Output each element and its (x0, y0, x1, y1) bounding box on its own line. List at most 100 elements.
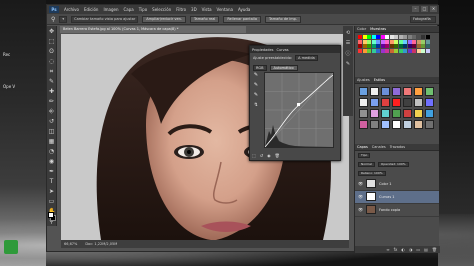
color-swatch[interactable] (367, 44, 371, 48)
color-swatch[interactable] (389, 44, 394, 48)
brush-preset-icon[interactable]: ✎ (346, 61, 350, 67)
layer-row[interactable]: 👁 Color 1 (355, 178, 439, 191)
color-swatch[interactable] (389, 39, 394, 44)
fill-screen-button[interactable]: Rellenar pantalla (223, 15, 261, 23)
color-swatch[interactable] (398, 44, 403, 48)
tab-estilos[interactable]: Estilos (374, 78, 385, 82)
menu-tipo[interactable]: Tipo (139, 7, 147, 12)
color-swatch[interactable] (421, 39, 425, 44)
resize-windows-checkbox[interactable]: Cambiar tamaño vista para ajustar (71, 15, 139, 23)
style-preset[interactable] (414, 108, 423, 118)
style-preset[interactable] (403, 97, 412, 107)
lasso-icon[interactable]: ʘ (48, 48, 55, 55)
style-preset[interactable] (392, 97, 401, 107)
pen-icon[interactable]: ✒ (48, 168, 55, 175)
style-preset[interactable] (425, 119, 434, 129)
history-brush-icon[interactable]: ↺ (48, 118, 55, 125)
quick-select-icon[interactable]: ◌ (48, 58, 55, 65)
reset-icon[interactable]: ↺ (260, 153, 263, 158)
move-icon[interactable]: ✥ (48, 28, 55, 35)
menu-filtro[interactable]: Filtro (176, 7, 186, 12)
tab-trazados[interactable]: Trazados (390, 145, 405, 149)
menu-archivo[interactable]: Archivo (64, 7, 79, 12)
trash-icon[interactable]: 🗑 (432, 247, 437, 252)
new-group-icon[interactable]: ▭ (416, 247, 420, 252)
marquee-icon[interactable]: ⬚ (48, 38, 55, 45)
menu-ayuda[interactable]: Ayuda (238, 7, 250, 12)
print-size-button[interactable]: Tamaño de imp. (265, 15, 301, 23)
color-swatch[interactable] (385, 39, 389, 44)
color-swatch[interactable] (371, 39, 376, 44)
color-swatch[interactable] (385, 35, 389, 39)
curve-graph[interactable] (264, 72, 334, 148)
color-swatch[interactable] (398, 35, 403, 39)
type-icon[interactable]: T (48, 178, 55, 185)
link-layers-icon[interactable]: ∞ (386, 247, 389, 252)
white-point-eyedropper-icon[interactable]: ✎ (252, 92, 260, 98)
clip-to-layer-icon[interactable]: ⬚ (252, 153, 256, 158)
color-swatch[interactable] (371, 35, 376, 39)
color-swatch[interactable] (425, 44, 430, 48)
info-icon[interactable]: ⓘ (345, 50, 350, 57)
style-preset[interactable] (381, 97, 390, 107)
fx-icon[interactable]: fx (394, 247, 398, 252)
style-preset[interactable] (359, 108, 368, 118)
color-swatch[interactable] (367, 35, 371, 39)
tab-capas[interactable]: Capas (357, 145, 368, 149)
eye-icon[interactable]: 👁 (358, 207, 363, 212)
color-swatch[interactable] (403, 48, 407, 53)
menu-edicion[interactable]: Edición (84, 7, 98, 12)
color-swatch[interactable] (412, 39, 416, 44)
black-point-eyedropper-icon[interactable]: ✎ (252, 72, 260, 78)
style-preset[interactable] (381, 108, 390, 118)
workspace-select[interactable]: Fotografía (410, 16, 436, 23)
color-swatch[interactable] (416, 35, 421, 39)
menu-ventana[interactable]: Ventana (217, 7, 233, 12)
foreground-color-swatch[interactable] (48, 212, 54, 218)
color-swatch[interactable] (385, 44, 389, 48)
tool-preset-picker[interactable]: ▾ (59, 15, 68, 23)
color-swatch[interactable] (362, 44, 367, 48)
style-preset[interactable] (370, 97, 379, 107)
color-swatch[interactable] (380, 44, 385, 48)
style-preset[interactable] (425, 86, 434, 96)
color-swatch[interactable] (362, 35, 367, 39)
new-layer-icon[interactable]: ▤ (424, 247, 428, 252)
color-swatch[interactable] (425, 39, 430, 44)
opacity-field[interactable]: Opacidad: 100% (377, 161, 409, 167)
color-swatch[interactable] (416, 48, 421, 53)
style-preset[interactable] (414, 119, 423, 129)
menu-capa[interactable]: Capa (124, 7, 134, 12)
blend-mode-select[interactable]: Normal (358, 161, 375, 167)
layer-kind-filter[interactable]: Tipo (358, 152, 371, 158)
style-preset[interactable] (392, 119, 401, 129)
color-swatch[interactable] (371, 48, 376, 53)
style-preset[interactable] (370, 119, 379, 129)
color-swatch[interactable] (380, 39, 385, 44)
color-swatch[interactable] (376, 39, 380, 44)
color-swatch[interactable] (371, 44, 376, 48)
zoom-all-windows-button[interactable]: Ampliar/reducir ven. (142, 15, 186, 23)
color-swatch[interactable] (398, 39, 403, 44)
curve-control-point[interactable] (297, 103, 300, 106)
style-preset[interactable] (403, 86, 412, 96)
menu-3d[interactable]: 3D (191, 7, 197, 12)
add-mask-icon[interactable]: ◐ (401, 247, 405, 252)
color-swatch[interactable] (376, 48, 380, 53)
color-swatch[interactable] (425, 35, 430, 39)
style-preset[interactable] (392, 108, 401, 118)
preset-select[interactable]: A medida (295, 55, 318, 61)
color-swatch[interactable] (358, 39, 362, 44)
properties-icon[interactable]: ☰ (346, 40, 350, 46)
dodge-icon[interactable]: ◉ (48, 158, 55, 165)
color-swatch[interactable] (398, 48, 403, 53)
shape-icon[interactable]: ▭ (48, 198, 55, 205)
close-button[interactable]: ✕ (430, 6, 437, 12)
color-swatch[interactable] (416, 44, 421, 48)
style-preset[interactable] (359, 119, 368, 129)
path-select-icon[interactable]: ➤ (48, 188, 55, 195)
desktop-label[interactable]: Ope V (3, 84, 15, 89)
tab-color[interactable]: Color (357, 27, 366, 31)
style-preset[interactable] (370, 86, 379, 96)
color-swatch[interactable] (380, 35, 385, 39)
